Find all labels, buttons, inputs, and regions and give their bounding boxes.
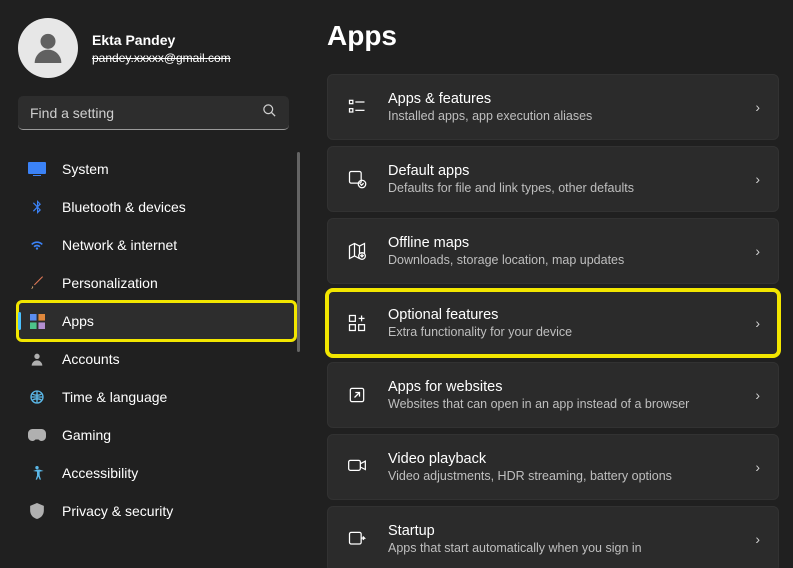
card-default-apps[interactable]: Default apps Defaults for file and link … [327,146,779,212]
avatar [18,18,78,78]
chevron-right-icon: › [755,459,760,475]
sidebar-item-label: Time & language [62,389,167,405]
sidebar-item-label: Privacy & security [62,503,173,519]
card-sub: Video adjustments, HDR streaming, batter… [388,469,735,483]
sidebar-item-label: Accounts [62,351,120,367]
user-icon [28,28,68,68]
card-title: Optional features [388,307,735,323]
sidebar-item-accounts[interactable]: Accounts [18,340,295,378]
card-offline-maps[interactable]: Offline maps Downloads, storage location… [327,218,779,284]
sidebar-item-label: Gaming [62,427,111,443]
accounts-icon [28,350,46,368]
card-sub: Defaults for file and link types, other … [388,181,735,195]
sidebar-item-accessibility[interactable]: Accessibility [18,454,295,492]
chevron-right-icon: › [755,99,760,115]
startup-icon [346,528,368,550]
user-block[interactable]: Ekta Pandey pandey.xxxxx@gmail.com [0,18,305,96]
nav: System Bluetooth & devices Network & int… [0,150,305,530]
card-title: Startup [388,523,735,539]
sidebar-item-system[interactable]: System [18,150,295,188]
sidebar-item-time[interactable]: Time & language [18,378,295,416]
card-title: Video playback [388,451,735,467]
video-icon [346,456,368,478]
card-title: Apps for websites [388,379,735,395]
sidebar-item-label: Bluetooth & devices [62,199,186,215]
sidebar-item-label: System [62,161,109,177]
display-icon [28,160,46,178]
user-email: pandey.xxxxx@gmail.com [92,51,231,65]
card-title: Default apps [388,163,735,179]
sidebar-item-label: Personalization [62,275,158,291]
sidebar-item-apps[interactable]: Apps [18,302,295,340]
sidebar-item-gaming[interactable]: Gaming [18,416,295,454]
card-sub: Websites that can open in an app instead… [388,397,735,411]
sidebar-item-label: Apps [62,313,94,329]
search-icon [262,103,277,123]
accessibility-icon [28,464,46,482]
user-meta: Ekta Pandey pandey.xxxxx@gmail.com [92,32,231,65]
sidebar-item-network[interactable]: Network & internet [18,226,295,264]
card-apps-features[interactable]: Apps & features Installed apps, app exec… [327,74,779,140]
card-sub: Extra functionality for your device [388,325,735,339]
apps-icon [28,312,46,330]
card-sub: Apps that start automatically when you s… [388,541,735,555]
chevron-right-icon: › [755,243,760,259]
shield-icon [28,502,46,520]
main-content: Apps Apps & features Installed apps, app… [305,0,793,568]
sidebar: Ekta Pandey pandey.xxxxx@gmail.com Syste… [0,0,305,568]
wifi-icon [28,236,46,254]
sidebar-item-label: Network & internet [62,237,177,253]
chevron-right-icon: › [755,315,760,331]
search-input[interactable] [18,96,289,130]
card-startup[interactable]: Startup Apps that start automatically wh… [327,506,779,568]
optional-features-icon [346,312,368,334]
page-title: Apps [327,20,779,52]
open-external-icon [346,384,368,406]
default-apps-icon [346,168,368,190]
card-title: Offline maps [388,235,735,251]
card-list: Apps & features Installed apps, app exec… [327,74,779,568]
chevron-right-icon: › [755,531,760,547]
sidebar-item-label: Accessibility [62,465,138,481]
card-optional-features[interactable]: Optional features Extra functionality fo… [327,290,779,356]
card-video-playback[interactable]: Video playback Video adjustments, HDR st… [327,434,779,500]
sidebar-item-privacy[interactable]: Privacy & security [18,492,295,530]
scrollbar[interactable] [297,152,300,352]
card-apps-websites[interactable]: Apps for websites Websites that can open… [327,362,779,428]
map-icon [346,240,368,262]
card-title: Apps & features [388,91,735,107]
card-sub: Installed apps, app execution aliases [388,109,735,123]
sidebar-item-bluetooth[interactable]: Bluetooth & devices [18,188,295,226]
sidebar-item-personalization[interactable]: Personalization [18,264,295,302]
chevron-right-icon: › [755,171,760,187]
user-name: Ekta Pandey [92,32,231,48]
chevron-right-icon: › [755,387,760,403]
list-icon [346,96,368,118]
bluetooth-icon [28,198,46,216]
gaming-icon [28,426,46,444]
card-sub: Downloads, storage location, map updates [388,253,735,267]
search-field[interactable] [30,105,262,121]
brush-icon [28,274,46,292]
clock-globe-icon [28,388,46,406]
